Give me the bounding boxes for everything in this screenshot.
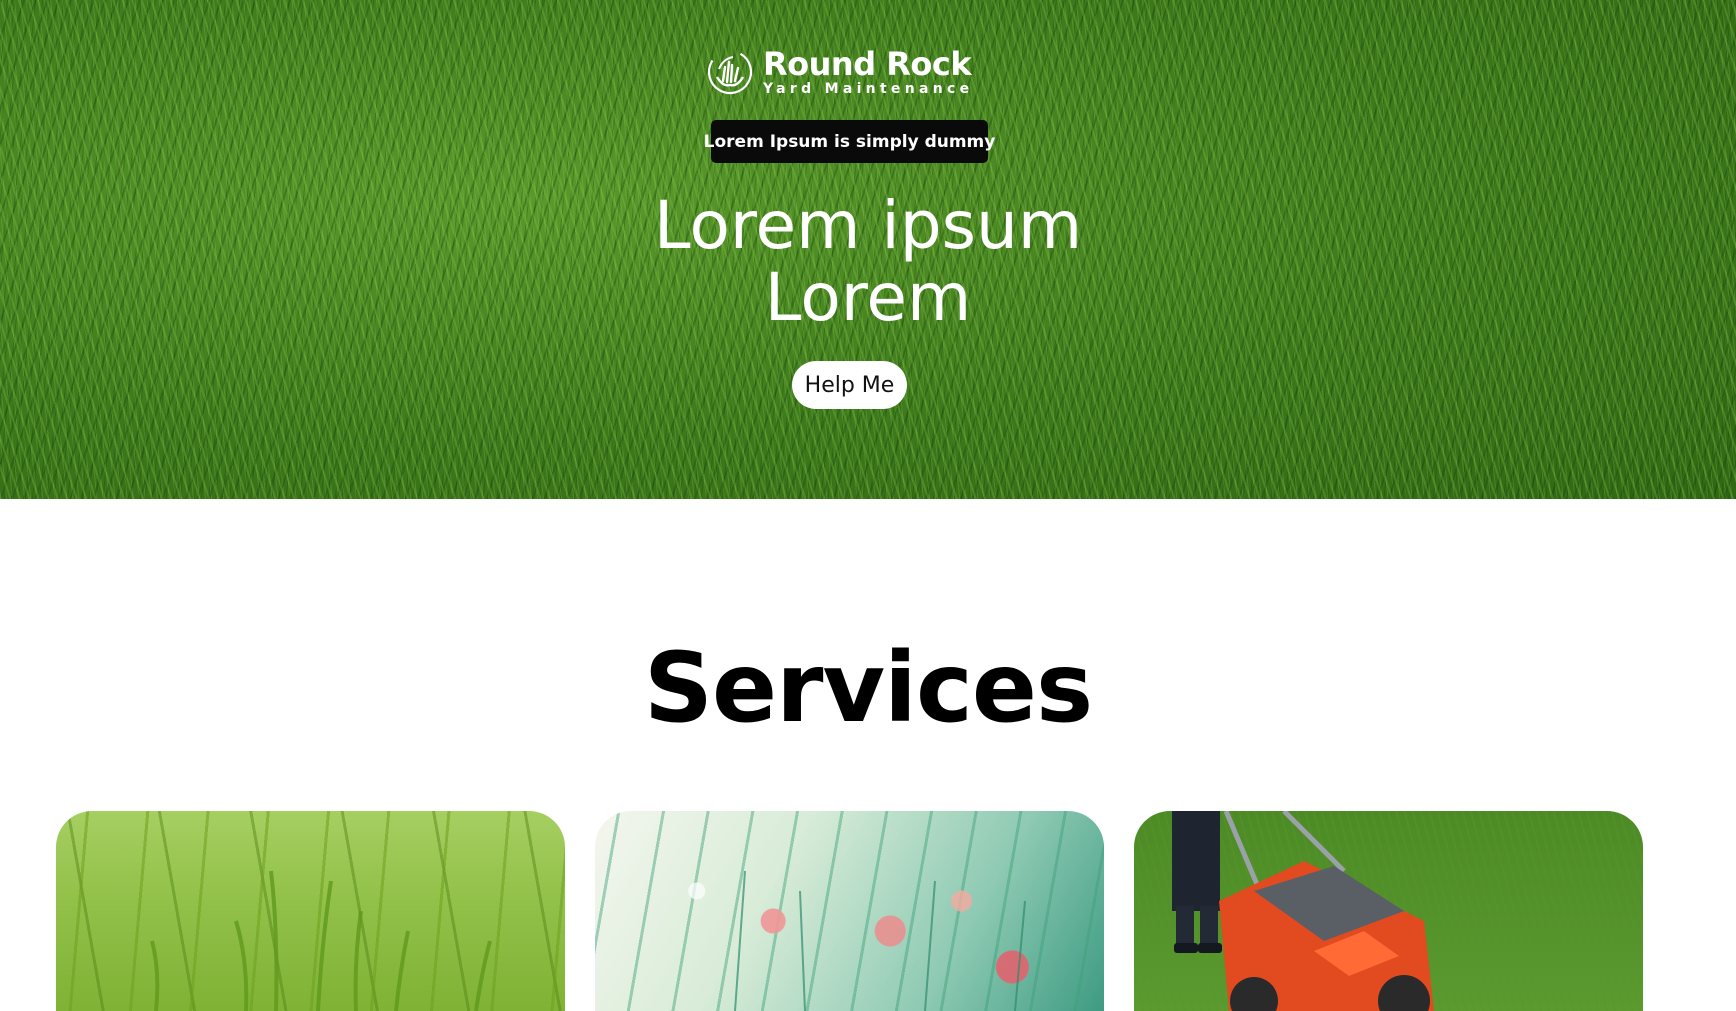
- hero-section: Round Rock Yard Maintenance Lorem Ipsum …: [0, 0, 1736, 499]
- lawn-mower-image: [1172, 811, 1434, 1011]
- tall-grass-image: [150, 870, 492, 1011]
- brand-name: Round Rock: [763, 45, 972, 83]
- hero-tagline: Lorem Ipsum is simply dummy: [704, 120, 995, 163]
- service-card-lawn-mowing[interactable]: [1134, 811, 1643, 1011]
- help-me-button[interactable]: Help Me: [792, 361, 907, 409]
- hero-title-line2: Lorem: [764, 259, 972, 336]
- brand-text: Round Rock Yard Maintenance: [763, 48, 973, 96]
- service-card-wildflowers[interactable]: [595, 811, 1104, 1011]
- hero-title: Lorem ipsum Lorem: [568, 190, 1168, 334]
- brand-subtitle: Yard Maintenance: [763, 81, 974, 97]
- hero-title-line1: Lorem ipsum: [653, 187, 1083, 264]
- service-card-tall-grass[interactable]: [56, 811, 565, 1011]
- grass-hands-icon: [707, 49, 753, 95]
- services-heading: Services: [643, 632, 1093, 744]
- wildflowers-image: [734, 870, 1026, 1011]
- brand-logo[interactable]: Round Rock Yard Maintenance: [705, 42, 975, 102]
